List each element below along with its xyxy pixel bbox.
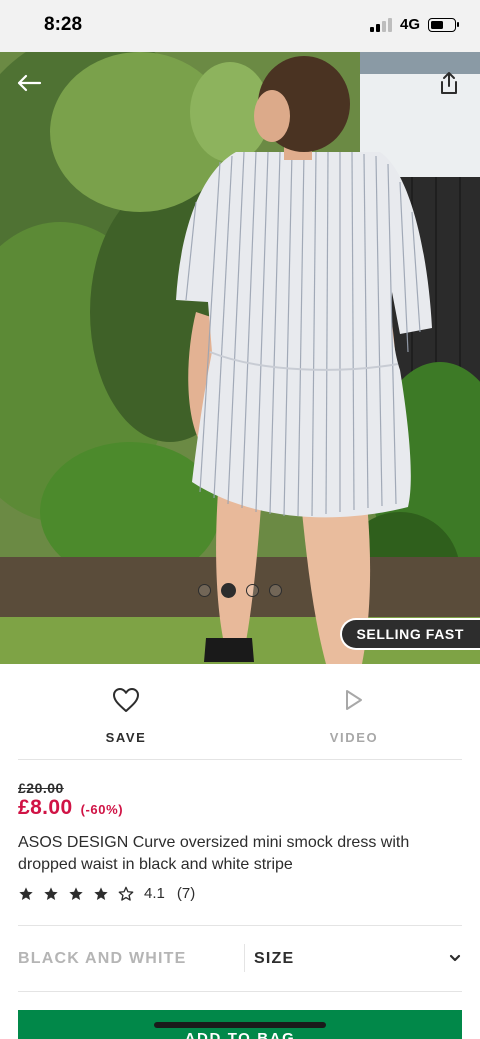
selling-fast-badge: SELLING FAST (340, 618, 480, 650)
share-button[interactable] (434, 68, 464, 98)
add-to-bag-label: ADD TO BAG (184, 1030, 296, 1039)
back-button[interactable] (14, 68, 44, 98)
chevron-down-icon (449, 954, 461, 962)
star-filled-icon (69, 886, 83, 900)
network-type: 4G (399, 16, 420, 33)
original-price: £20.00 (18, 780, 64, 796)
divider (18, 759, 462, 760)
variant-row: BLACK AND WHITE SIZE (0, 926, 480, 992)
heart-icon (113, 688, 139, 712)
carousel-dot-active[interactable] (221, 583, 236, 598)
divider (244, 944, 245, 972)
product-title: ASOS DESIGN Curve oversized mini smock d… (18, 834, 410, 873)
divider (18, 991, 462, 992)
carousel-dot[interactable] (198, 584, 211, 597)
star-empty-icon (118, 886, 134, 901)
home-indicator (154, 1022, 326, 1028)
rating-stars (18, 886, 134, 902)
price-row: £8.00 (-60%) (18, 796, 123, 820)
back-arrow-icon (17, 74, 42, 92)
battery-icon (428, 17, 459, 32)
save-button[interactable]: SAVE (66, 684, 186, 745)
status-bar: 8:28 4G (0, 0, 480, 52)
play-icon (346, 690, 362, 710)
product-photo (0, 52, 480, 664)
save-label: SAVE (105, 730, 147, 745)
star-filled-icon (19, 886, 33, 900)
discount-percent: (-60%) (80, 802, 124, 817)
size-dropdown[interactable]: SIZE (254, 938, 464, 980)
colour-label: BLACK AND WHITE (18, 950, 187, 967)
status-indicators: 4G (369, 16, 459, 33)
image-carousel-dots (0, 583, 480, 598)
video-button[interactable]: VIDEO (294, 684, 414, 745)
size-label: SIZE (254, 950, 295, 967)
product-actions: SAVE VIDEO (0, 664, 480, 760)
product-rating[interactable]: 4.1 (7) (18, 885, 195, 902)
star-filled-icon (44, 886, 58, 900)
sale-price: £8.00 (18, 796, 73, 819)
product-image[interactable]: SELLING FAST (0, 52, 480, 664)
share-icon (441, 72, 457, 94)
carousel-dot[interactable] (246, 584, 259, 597)
status-time: 8:28 (44, 14, 83, 35)
carousel-dot[interactable] (269, 584, 282, 597)
star-filled-icon (94, 886, 108, 900)
signal-icon (369, 17, 392, 32)
rating-value: 4.1 (144, 885, 165, 902)
video-label: VIDEO (329, 730, 379, 745)
review-count: (7) (176, 885, 196, 902)
